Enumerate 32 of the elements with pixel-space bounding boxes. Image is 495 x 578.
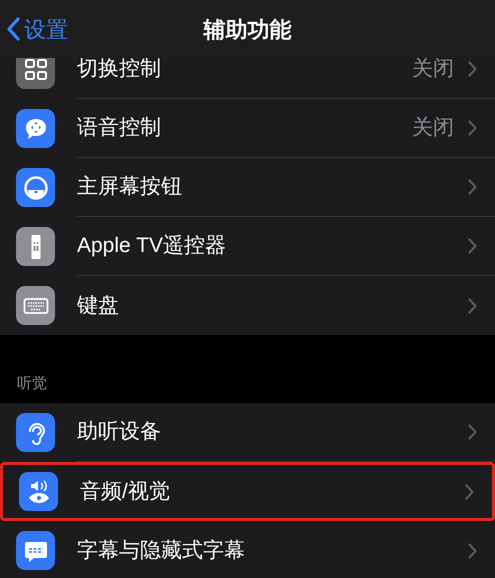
row-label: 字幕与隐藏式字幕 bbox=[77, 538, 245, 564]
settings-row[interactable]: 切换控制 关闭 bbox=[0, 58, 495, 99]
settings-row[interactable]: 助听设备 bbox=[0, 403, 495, 462]
row-label: 键盘 bbox=[77, 292, 119, 319]
section-header: 听觉 bbox=[17, 374, 47, 394]
settings-row[interactable]: 音频/视觉 bbox=[0, 462, 495, 521]
chevron-icon bbox=[468, 424, 477, 440]
row-value: 关闭 bbox=[412, 115, 454, 142]
chevron-icon bbox=[468, 120, 477, 136]
circle-button-icon bbox=[22, 174, 48, 200]
settings-row[interactable]: 键盘 bbox=[0, 276, 495, 335]
row-label: 助听设备 bbox=[77, 419, 161, 446]
row-value: 关闭 bbox=[412, 58, 454, 82]
settings-row[interactable]: 主屏幕按钮 bbox=[0, 158, 495, 217]
row-label: 语音控制 bbox=[77, 115, 161, 142]
back-button[interactable]: 设置 bbox=[6, 12, 68, 46]
back-chevron-icon bbox=[6, 17, 20, 41]
chevron-icon bbox=[468, 238, 477, 254]
row-label: 切换控制 bbox=[77, 58, 161, 82]
row-label: 音频/视觉 bbox=[80, 478, 170, 505]
grid-icon bbox=[22, 58, 48, 82]
row-label: Apple TV遥控器 bbox=[77, 233, 226, 260]
settings-row[interactable]: 字幕与隐藏式字幕 bbox=[0, 521, 495, 578]
settings-row[interactable]: 语音控制 关闭 bbox=[0, 99, 495, 158]
window-title: 辅助功能 bbox=[204, 16, 292, 44]
chevron-icon bbox=[468, 542, 477, 558]
chevron-icon bbox=[468, 61, 477, 77]
chevron-icon bbox=[468, 179, 477, 195]
chevron-icon bbox=[468, 298, 477, 314]
row-label: 主屏幕按钮 bbox=[77, 174, 182, 200]
chevron-icon bbox=[465, 484, 474, 500]
settings-row[interactable]: Apple TV遥控器 bbox=[0, 217, 495, 276]
